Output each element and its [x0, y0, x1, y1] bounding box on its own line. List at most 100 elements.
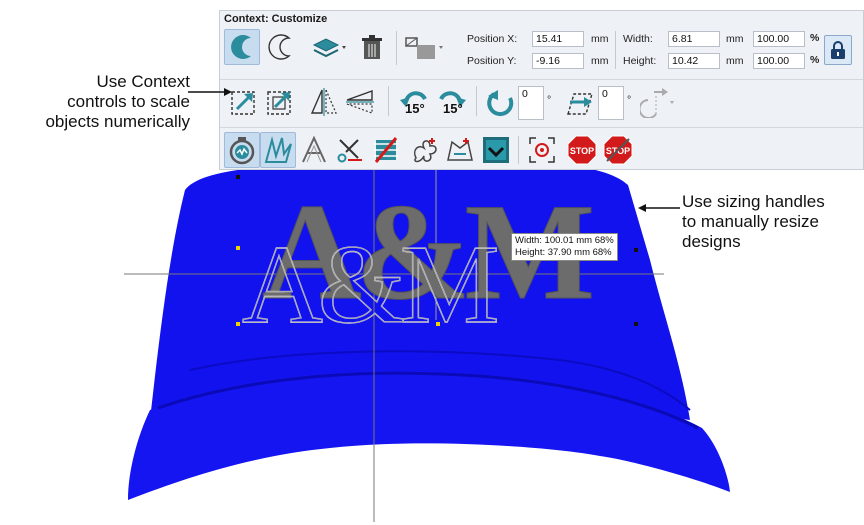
height-unit: mm: [726, 55, 744, 67]
toolbar-row-2: 15° 15° 0 ° 0 °: [220, 79, 863, 124]
delete-button[interactable]: [354, 29, 390, 65]
trash-icon: [362, 35, 382, 59]
show-objects-icon: [483, 137, 509, 163]
hoop-button[interactable]: [224, 132, 260, 168]
outline-crescent-icon: [268, 34, 291, 60]
left-annotation-arrow: [188, 88, 232, 96]
left-annotation-line2: controls to scale: [67, 92, 190, 111]
auto-fabric-icon: [447, 138, 473, 161]
right-annotation-line1: Use sizing handles: [682, 192, 825, 211]
remove-overlaps-button[interactable]: [368, 132, 404, 168]
scale-height-field[interactable]: 100.00: [753, 53, 805, 69]
stitch-angles-button[interactable]: [260, 132, 296, 168]
rotate-left-15-button[interactable]: 15°: [396, 84, 432, 120]
stop-button[interactable]: STOP: [564, 132, 600, 168]
toolbar-row-1: Position X: 15.41 mm Position Y: -9.16 m…: [220, 27, 863, 71]
handle-bottom-right[interactable]: [634, 322, 638, 326]
target-icon: [529, 137, 555, 163]
handle-mid-left[interactable]: [236, 246, 240, 250]
stop-sign-text: STOP: [570, 146, 594, 156]
svg-text:A&M: A&M: [242, 223, 497, 347]
right-annotation-line2: to manually resize: [682, 212, 820, 231]
mirror-vertical-button[interactable]: [342, 84, 378, 120]
context-toolbar: Context: Customize Position X: 15.41 mm …: [219, 10, 864, 170]
embroidery-outline-inner: A&M: [242, 223, 503, 348]
mirror-vertical-icon: [346, 90, 374, 114]
handle-mid-right[interactable]: [634, 248, 638, 252]
scissors-icon: [337, 139, 362, 163]
skew-degree-symbol: °: [627, 94, 632, 106]
toolbar-row-3: STOP STOP: [220, 127, 863, 172]
right-annotation: Use sizing handles to manually resize de…: [682, 192, 864, 252]
filled-shape-button[interactable]: [224, 29, 260, 65]
rotate-about-button[interactable]: [640, 84, 676, 120]
stop-sign-icon: STOP: [567, 135, 597, 165]
width-field[interactable]: 6.81: [668, 31, 720, 47]
outline-shape-button[interactable]: [262, 29, 298, 65]
tooltip-width: Width: 100.01 mm 68%: [515, 235, 614, 246]
scale-width-percent: %: [810, 32, 820, 44]
position-x-unit: mm: [591, 33, 609, 45]
separator: [396, 31, 397, 65]
rotate-left-degrees: 15°: [405, 101, 425, 116]
separator: [615, 31, 616, 69]
right-annotation-line3: designs: [682, 232, 741, 251]
mirror-horizontal-button[interactable]: [306, 84, 342, 120]
rotate-degree-symbol: °: [547, 94, 552, 106]
position-x-field[interactable]: 15.41: [532, 31, 584, 47]
fill-color-icon: [405, 37, 443, 59]
left-annotation-line3: objects numerically: [45, 112, 190, 131]
left-annotation: Use Context controls to scale objects nu…: [0, 72, 190, 132]
cut-button[interactable]: [332, 132, 368, 168]
width-unit: mm: [726, 33, 744, 45]
separator: [388, 86, 389, 116]
outline-a-button[interactable]: [296, 132, 332, 168]
fill-color-button[interactable]: [402, 29, 446, 65]
position-y-unit: mm: [591, 55, 609, 67]
separator: [476, 86, 477, 116]
position-y-label: Position Y:: [467, 55, 517, 67]
left-annotation-line1: Use Context: [96, 72, 190, 91]
break-apart-icon: [413, 138, 437, 163]
lock-proportions-button[interactable]: [824, 35, 852, 65]
show-objects-button[interactable]: [478, 132, 514, 168]
height-label: Height:: [623, 55, 657, 67]
handle-top-left[interactable]: [236, 175, 240, 179]
stop-remove-button[interactable]: STOP: [600, 132, 636, 168]
scale-down-icon: [267, 91, 291, 115]
hoop-icon: [229, 137, 255, 165]
filled-crescent-icon: [231, 35, 251, 59]
layers-icon: [312, 38, 346, 58]
position-y-field[interactable]: -9.16: [532, 53, 584, 69]
width-label: Width:: [623, 33, 653, 45]
right-annotation-arrow: [638, 204, 680, 212]
layers-button[interactable]: [310, 29, 350, 65]
rotate-right-degrees: 15°: [443, 101, 463, 116]
break-apart-button[interactable]: [406, 132, 442, 168]
lock-icon: [831, 41, 845, 59]
scale-down-button[interactable]: [262, 84, 298, 120]
rotate-icon: [487, 90, 514, 116]
skew-button[interactable]: [562, 84, 598, 120]
start-end-button[interactable]: [524, 132, 560, 168]
handle-bottom-mid[interactable]: [436, 322, 440, 326]
toolbar-title: Context: Customize: [224, 13, 328, 25]
rotate-button[interactable]: [482, 84, 518, 120]
outline-a-icon: [302, 135, 326, 163]
handle-bottom-left[interactable]: [236, 322, 240, 326]
rotate-right-15-button[interactable]: 15°: [434, 84, 470, 120]
auto-fabric-button[interactable]: [442, 132, 478, 168]
stop-sign-remove-icon: STOP: [603, 135, 633, 165]
size-tooltip: Width: 100.01 mm 68% Height: 37.90 mm 68…: [511, 233, 618, 261]
scale-width-field[interactable]: 100.00: [753, 31, 805, 47]
separator: [518, 136, 519, 164]
stitch-angles-icon: [264, 136, 292, 163]
rotate-angle-field[interactable]: 0: [518, 86, 544, 120]
remove-overlaps-icon: [374, 137, 398, 163]
height-field[interactable]: 10.42: [668, 53, 720, 69]
tooltip-height: Height: 37.90 mm 68%: [515, 247, 612, 258]
scale-height-percent: %: [810, 54, 820, 66]
rotate-about-icon: [640, 88, 674, 118]
position-x-label: Position X:: [467, 33, 518, 45]
skew-angle-field[interactable]: 0: [598, 86, 624, 120]
